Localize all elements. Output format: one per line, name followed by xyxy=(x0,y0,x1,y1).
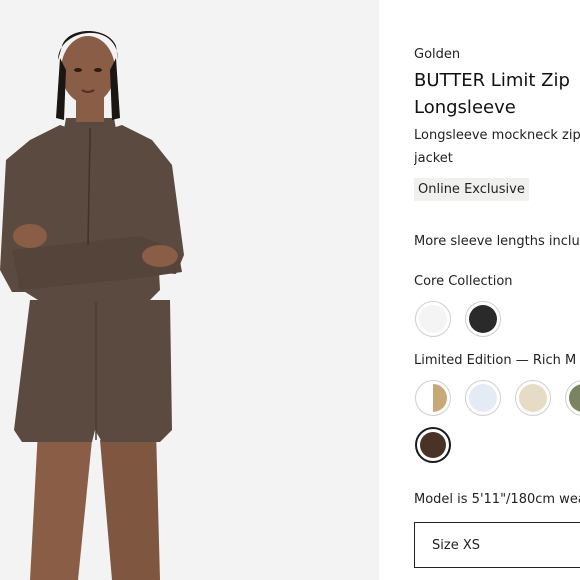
core-collection-label: Core Collection xyxy=(414,274,513,289)
model-size-note: Model is 5'11"/180cm wea xyxy=(414,492,580,507)
swatch-limited-pale-blue[interactable] xyxy=(465,380,501,416)
swatch-limited-brown-selected[interactable] xyxy=(415,427,451,463)
sleeve-length-note[interactable]: More sleeve lengths inclu xyxy=(414,234,580,249)
swatch-limited-tan-split[interactable] xyxy=(415,380,451,416)
product-info-panel: Golden BUTTER Limit Zip Longsleeve Longs… xyxy=(414,0,580,580)
size-selector-label: Size XS xyxy=(432,538,480,553)
product-subtitle: Longsleeve mockneck zip jacket xyxy=(414,128,580,166)
online-exclusive-badge: Online Exclusive xyxy=(414,178,529,201)
swatch-limited-olive[interactable] xyxy=(565,380,580,416)
swatch-limited-cream[interactable] xyxy=(515,380,551,416)
product-image[interactable] xyxy=(0,0,379,580)
model-photo-illustration xyxy=(0,0,379,580)
product-page: Golden BUTTER Limit Zip Longsleeve Longs… xyxy=(0,0,580,580)
product-title: BUTTER Limit Zip Longsleeve xyxy=(414,70,570,118)
brand-name[interactable]: Golden xyxy=(414,47,460,62)
size-selector[interactable]: Size XS xyxy=(414,522,580,568)
limited-edition-label: Limited Edition — Rich M xyxy=(414,353,577,368)
swatch-core-white[interactable] xyxy=(415,301,451,337)
swatch-core-black[interactable] xyxy=(465,301,501,337)
